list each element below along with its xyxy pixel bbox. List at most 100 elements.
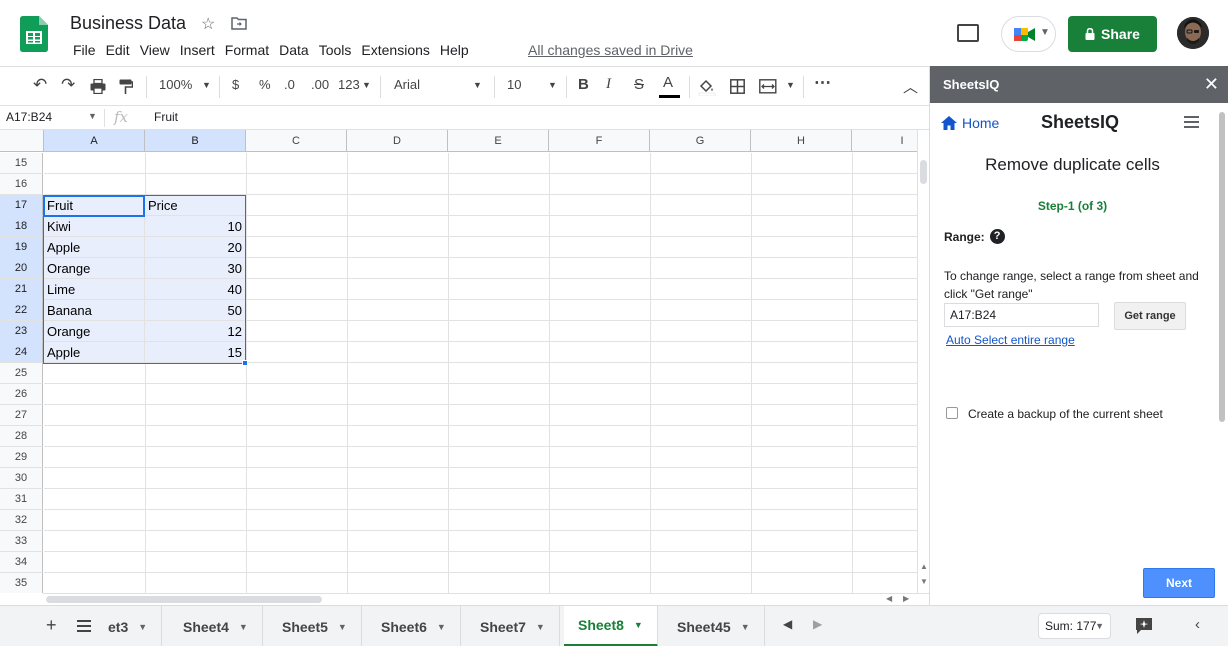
font-select[interactable]: Arial: [394, 77, 420, 92]
vertical-scroll-thumb[interactable]: [920, 160, 927, 184]
row-header[interactable]: 27: [0, 405, 43, 426]
panel-scrollbar[interactable]: [1218, 104, 1226, 604]
side-panel-toggle-icon[interactable]: ‹: [1195, 616, 1200, 633]
close-icon[interactable]: ✕: [1204, 66, 1219, 103]
scroll-down-icon[interactable]: ▼: [920, 577, 928, 586]
backup-checkbox[interactable]: [946, 407, 958, 419]
cell-a17[interactable]: Fruit: [44, 195, 145, 216]
horizontal-scrollbar[interactable]: ◀ ▶: [43, 593, 929, 605]
tabs-scroll-right-icon[interactable]: ▶: [813, 617, 822, 631]
horizontal-scroll-thumb[interactable]: [46, 596, 322, 603]
cell-a23[interactable]: Orange: [44, 321, 145, 342]
column-header-g[interactable]: G: [650, 130, 751, 152]
column-header-c[interactable]: C: [246, 130, 347, 152]
explore-icon[interactable]: [1135, 617, 1153, 635]
tab-sheet45[interactable]: Sheet45 ▼: [663, 606, 765, 646]
select-all-corner[interactable]: [0, 130, 44, 152]
cell-a22[interactable]: Banana: [44, 300, 145, 321]
scroll-left-icon[interactable]: ◀: [886, 594, 892, 603]
row-header[interactable]: 32: [0, 510, 43, 531]
borders-icon[interactable]: [730, 79, 745, 94]
row-header[interactable]: 33: [0, 531, 43, 552]
merge-cells-icon[interactable]: [759, 79, 777, 94]
zoom-select[interactable]: 100%: [159, 77, 192, 92]
more-formats-caret-icon[interactable]: ▼: [362, 80, 371, 90]
name-box-caret-icon[interactable]: ▼: [88, 111, 97, 121]
row-header[interactable]: 35: [0, 573, 43, 593]
row-header[interactable]: 24: [0, 342, 43, 363]
auto-select-range-link[interactable]: Auto Select entire range: [946, 333, 1075, 347]
cell-b19[interactable]: 20: [145, 237, 246, 258]
paint-format-icon[interactable]: [119, 79, 133, 95]
scroll-up-icon[interactable]: ▲: [920, 562, 928, 571]
menu-help[interactable]: Help: [435, 42, 474, 58]
column-header-b[interactable]: B: [145, 130, 246, 152]
row-header[interactable]: 26: [0, 384, 43, 405]
more-formats-button[interactable]: 123: [338, 77, 360, 92]
collapse-toolbar-icon[interactable]: ︿: [903, 76, 918, 97]
tab-sheet4[interactable]: Sheet4 ▼: [169, 606, 263, 646]
name-box[interactable]: A17:B24: [6, 110, 52, 124]
cell-b17[interactable]: Price: [145, 195, 246, 216]
cell-b18[interactable]: 10: [145, 216, 246, 237]
row-header[interactable]: 23: [0, 321, 43, 342]
merge-caret-icon[interactable]: ▼: [786, 80, 795, 90]
decrease-decimal-button[interactable]: .0: [284, 77, 295, 92]
menu-view[interactable]: View: [135, 42, 175, 58]
avatar[interactable]: [1177, 17, 1209, 49]
hamburger-menu-icon[interactable]: [1184, 116, 1199, 128]
row-header[interactable]: 21: [0, 279, 43, 300]
tab-sheet5[interactable]: Sheet5 ▼: [268, 606, 362, 646]
row-header[interactable]: 28: [0, 426, 43, 447]
row-header[interactable]: 34: [0, 552, 43, 573]
row-header[interactable]: 20: [0, 258, 43, 279]
tab-sheet7[interactable]: Sheet7 ▼: [466, 606, 560, 646]
cell-a19[interactable]: Apple: [44, 237, 145, 258]
sheets-logo-icon[interactable]: [20, 16, 48, 52]
zoom-caret-icon[interactable]: ▼: [202, 80, 211, 90]
cell-b21[interactable]: 40: [145, 279, 246, 300]
column-header-f[interactable]: F: [549, 130, 650, 152]
undo-icon[interactable]: ↶: [33, 75, 47, 95]
tabs-scroll-left-icon[interactable]: ◀: [783, 617, 792, 631]
save-status-link[interactable]: All changes saved in Drive: [528, 42, 693, 58]
range-input[interactable]: A17:B24: [944, 303, 1099, 327]
get-range-button[interactable]: Get range: [1114, 302, 1186, 330]
meet-button[interactable]: ▼: [1001, 16, 1056, 52]
cell-b22[interactable]: 50: [145, 300, 246, 321]
column-header-a[interactable]: A: [44, 130, 145, 152]
row-header[interactable]: 15: [0, 153, 43, 174]
font-size-select[interactable]: 10: [507, 77, 521, 92]
menu-insert[interactable]: Insert: [175, 42, 220, 58]
font-size-caret-icon[interactable]: ▼: [548, 80, 557, 90]
home-link[interactable]: Home: [941, 115, 999, 131]
font-caret-icon[interactable]: ▼: [473, 80, 482, 90]
row-header[interactable]: 22: [0, 300, 43, 321]
comment-icon[interactable]: [957, 24, 979, 42]
help-icon[interactable]: ?: [989, 229, 1005, 244]
next-button[interactable]: Next: [1143, 568, 1215, 598]
currency-format-button[interactable]: $: [232, 77, 239, 92]
italic-button[interactable]: I: [606, 76, 611, 93]
row-header[interactable]: 30: [0, 468, 43, 489]
panel-scroll-thumb[interactable]: [1219, 112, 1225, 422]
spreadsheet-grid[interactable]: A B C D E F G H I 15 16 17 18 19 20 21 2…: [0, 130, 917, 593]
row-header[interactable]: 17: [0, 195, 43, 216]
menu-data[interactable]: Data: [274, 42, 314, 58]
more-options-button[interactable]: ⋯: [814, 73, 831, 93]
column-header-e[interactable]: E: [448, 130, 549, 152]
cell-a18[interactable]: Kiwi: [44, 216, 145, 237]
fill-color-icon[interactable]: [698, 78, 716, 96]
strikethrough-button[interactable]: S: [634, 76, 644, 93]
sum-indicator[interactable]: Sum: 177 ▼: [1038, 613, 1111, 639]
bold-button[interactable]: B: [578, 76, 589, 93]
tab-sheet6[interactable]: Sheet6 ▼: [367, 606, 461, 646]
tab-sheet8[interactable]: Sheet8 ▼: [564, 606, 658, 646]
menu-file[interactable]: File: [68, 42, 101, 58]
row-header[interactable]: 18: [0, 216, 43, 237]
row-header[interactable]: 25: [0, 363, 43, 384]
menu-format[interactable]: Format: [220, 42, 274, 58]
column-header-d[interactable]: D: [347, 130, 448, 152]
scroll-right-icon[interactable]: ▶: [903, 594, 909, 603]
star-icon[interactable]: ☆: [201, 14, 215, 34]
